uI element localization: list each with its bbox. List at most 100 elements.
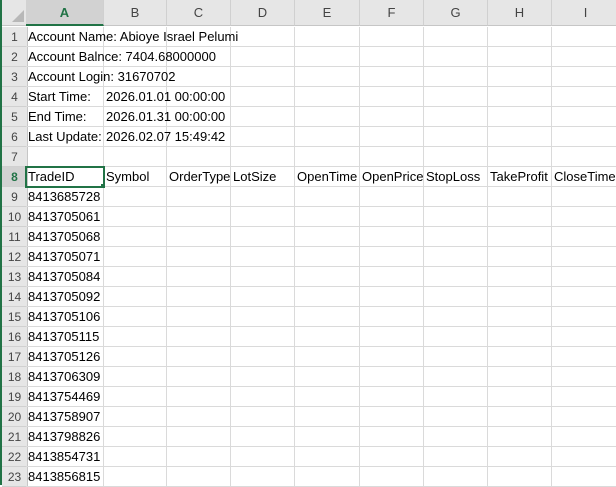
cell-F12[interactable] <box>360 247 424 267</box>
cell-A6[interactable]: Last Update: <box>26 127 104 147</box>
cell-F9[interactable] <box>360 187 424 207</box>
cell-D23[interactable] <box>231 467 295 487</box>
cell-E23[interactable] <box>295 467 360 487</box>
row-header-15[interactable]: 15 <box>2 307 28 327</box>
row-header-6[interactable]: 6 <box>2 127 28 147</box>
row-header-9[interactable]: 9 <box>2 187 28 207</box>
cell-G14[interactable] <box>424 287 488 307</box>
cell-A13[interactable]: 8413705084 <box>26 267 104 287</box>
column-header-B[interactable]: B <box>104 0 167 26</box>
cell-G20[interactable] <box>424 407 488 427</box>
cell-G17[interactable] <box>424 347 488 367</box>
cell-H20[interactable] <box>488 407 552 427</box>
cell-D7[interactable] <box>231 147 295 167</box>
cell-G7[interactable] <box>424 147 488 167</box>
cell-C21[interactable] <box>167 427 231 447</box>
cell-I17[interactable] <box>552 347 616 367</box>
cell-G4[interactable] <box>424 87 488 107</box>
cell-A4[interactable]: Start Time: <box>26 87 104 107</box>
cell-I22[interactable] <box>552 447 616 467</box>
cell-F19[interactable] <box>360 387 424 407</box>
cell-C9[interactable] <box>167 187 231 207</box>
row-header-11[interactable]: 11 <box>2 227 28 247</box>
cell-I8[interactable]: CloseTime <box>552 167 616 187</box>
cell-D13[interactable] <box>231 267 295 287</box>
cell-E8[interactable]: OpenTime <box>295 167 360 187</box>
cell-C13[interactable] <box>167 267 231 287</box>
cell-G11[interactable] <box>424 227 488 247</box>
row-header-4[interactable]: 4 <box>2 87 28 107</box>
cell-B11[interactable] <box>104 227 167 247</box>
row-header-20[interactable]: 20 <box>2 407 28 427</box>
row-header-10[interactable]: 10 <box>2 207 28 227</box>
cell-I18[interactable] <box>552 367 616 387</box>
cell-I6[interactable] <box>552 127 616 147</box>
cell-F16[interactable] <box>360 327 424 347</box>
cell-D18[interactable] <box>231 367 295 387</box>
cell-E13[interactable] <box>295 267 360 287</box>
cell-H13[interactable] <box>488 267 552 287</box>
cell-E11[interactable] <box>295 227 360 247</box>
cell-I20[interactable] <box>552 407 616 427</box>
cell-D19[interactable] <box>231 387 295 407</box>
cell-H5[interactable] <box>488 107 552 127</box>
row-header-12[interactable]: 12 <box>2 247 28 267</box>
cell-B8[interactable]: Symbol <box>104 167 167 187</box>
cell-C8[interactable]: OrderType <box>167 167 231 187</box>
cell-F18[interactable] <box>360 367 424 387</box>
cell-G12[interactable] <box>424 247 488 267</box>
cell-E12[interactable] <box>295 247 360 267</box>
cell-D2[interactable] <box>231 47 295 67</box>
column-header-I[interactable]: I <box>552 0 616 26</box>
cell-C18[interactable] <box>167 367 231 387</box>
cell-B16[interactable] <box>104 327 167 347</box>
cell-B9[interactable] <box>104 187 167 207</box>
cell-H22[interactable] <box>488 447 552 467</box>
cell-F8[interactable]: OpenPrice <box>360 167 424 187</box>
cell-I5[interactable] <box>552 107 616 127</box>
cell-F21[interactable] <box>360 427 424 447</box>
cell-A15[interactable]: 8413705106 <box>26 307 104 327</box>
cell-H21[interactable] <box>488 427 552 447</box>
cell-C16[interactable] <box>167 327 231 347</box>
cell-E14[interactable] <box>295 287 360 307</box>
cell-A18[interactable]: 8413706309 <box>26 367 104 387</box>
cell-C12[interactable] <box>167 247 231 267</box>
cell-G1[interactable] <box>424 27 488 47</box>
cell-C14[interactable] <box>167 287 231 307</box>
column-header-F[interactable]: F <box>360 0 424 26</box>
cell-H8[interactable]: TakeProfit <box>488 167 552 187</box>
cell-B22[interactable] <box>104 447 167 467</box>
cell-D21[interactable] <box>231 427 295 447</box>
cell-B5[interactable]: 2026.01.31 00:00:00 <box>104 107 225 127</box>
cell-H2[interactable] <box>488 47 552 67</box>
cell-E22[interactable] <box>295 447 360 467</box>
cell-D1[interactable] <box>231 27 295 47</box>
cell-C19[interactable] <box>167 387 231 407</box>
cell-H9[interactable] <box>488 187 552 207</box>
cell-C7[interactable] <box>167 147 231 167</box>
cell-A12[interactable]: 8413705071 <box>26 247 104 267</box>
cell-E19[interactable] <box>295 387 360 407</box>
cell-D10[interactable] <box>231 207 295 227</box>
cell-A22[interactable]: 8413854731 <box>26 447 104 467</box>
cell-B7[interactable] <box>104 147 167 167</box>
cell-A1[interactable]: Account Name: Abioye Israel Pelumi <box>26 27 238 47</box>
column-header-A[interactable]: A <box>26 0 104 26</box>
cell-B6[interactable]: 2026.02.07 15:49:42 <box>104 127 225 147</box>
row-header-16[interactable]: 16 <box>2 327 28 347</box>
cell-G23[interactable] <box>424 467 488 487</box>
cell-D14[interactable] <box>231 287 295 307</box>
cell-A3[interactable]: Account Login: 31670702 <box>26 67 175 87</box>
cell-D8[interactable]: LotSize <box>231 167 295 187</box>
cell-F13[interactable] <box>360 267 424 287</box>
select-all-button[interactable] <box>2 0 28 26</box>
cell-B19[interactable] <box>104 387 167 407</box>
cell-F2[interactable] <box>360 47 424 67</box>
cell-E15[interactable] <box>295 307 360 327</box>
cell-E21[interactable] <box>295 427 360 447</box>
cell-G15[interactable] <box>424 307 488 327</box>
cell-H7[interactable] <box>488 147 552 167</box>
cell-C3[interactable] <box>167 67 231 87</box>
cell-D17[interactable] <box>231 347 295 367</box>
